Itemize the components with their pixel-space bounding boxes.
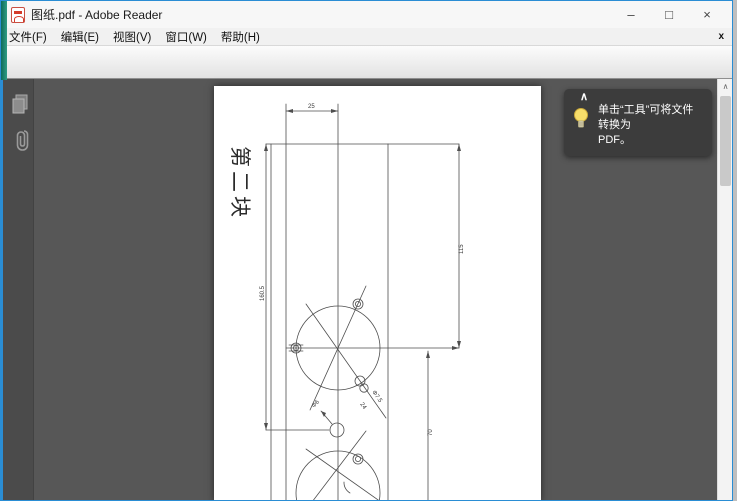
menu-help[interactable]: 帮助(H) [221,29,260,45]
tooltip-text-line1: 单击“工具”可将文件转换为 [598,103,704,133]
menu-view[interactable]: 视图(V) [113,29,151,45]
main-toolbar: ▲ ▼ /1 − + 50% ▼ [1,46,732,79]
label-hole-dia: Φ7.5 [370,390,383,405]
background-window-edge [1,1,7,80]
adobe-reader-window: 图纸.pdf - Adobe Reader – □ × 文件(F) 编辑(E) … [0,0,733,501]
scroll-up-icon[interactable]: ∧ [718,79,733,94]
title-bar: 图纸.pdf - Adobe Reader – □ × [1,1,732,28]
minimize-button[interactable]: – [612,1,650,28]
dim-left-height: 160.5 [260,285,266,301]
lightbulb-icon [573,107,589,136]
engineering-drawing: 25 115 160.5 70 Φ6 Φ7.5 24 [214,86,541,501]
dim-right-height: 115 [459,244,465,254]
menu-file[interactable]: 文件(F) [9,29,47,45]
tools-hint-tooltip: ∧ 单击“工具”可将文件转换为 PDF。 [564,89,712,156]
dim-offset: 70 [428,429,434,436]
page-thumbnails-icon[interactable] [11,93,31,117]
attachments-icon[interactable] [11,127,31,151]
close-button[interactable]: × [688,1,726,28]
document-viewport: 第二块 [1,79,733,501]
menu-edit[interactable]: 编辑(E) [61,29,99,45]
tooltip-caret-icon: ∧ [580,90,588,103]
scrollbar-thumb[interactable] [720,96,731,186]
tooltip-text-line2: PDF。 [598,133,704,148]
pdf-page[interactable]: 第二块 [214,86,541,501]
menu-window[interactable]: 窗口(W) [165,29,207,45]
maximize-button[interactable]: □ [650,1,688,28]
navigation-rail [1,79,34,501]
menubar-close-icon[interactable]: x [718,31,724,42]
window-title: 图纸.pdf - Adobe Reader [31,6,162,23]
dim-top-width: 25 [308,104,315,110]
menu-bar: 文件(F) 编辑(E) 视图(V) 窗口(W) 帮助(H) x [1,28,732,46]
label-hole-dim: 24 [358,402,367,411]
pdf-file-icon [11,7,25,23]
label-small-hole: Φ6 [311,399,321,410]
vertical-scrollbar[interactable]: ∧ [717,79,732,501]
